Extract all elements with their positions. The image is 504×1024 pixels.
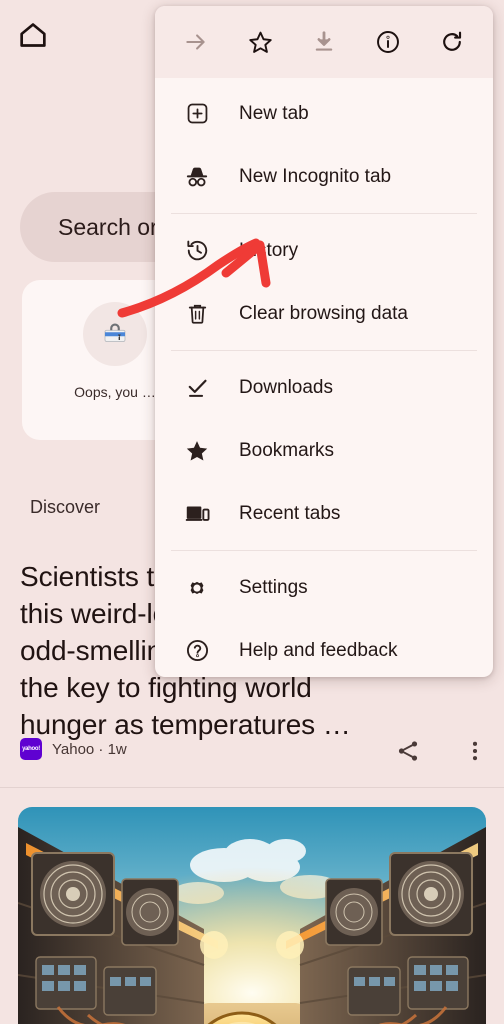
menu-item-settings[interactable]: Settings <box>155 556 493 619</box>
download-button[interactable] <box>301 19 347 65</box>
search-placeholder: Search or <box>58 213 158 240</box>
forward-button[interactable] <box>173 19 219 65</box>
menu-item-label: New tab <box>239 102 309 124</box>
menu-separator <box>171 550 477 551</box>
history-icon <box>183 237 211 265</box>
menu-item-label: Clear browsing data <box>239 302 408 324</box>
menu-item-new-tab[interactable]: New tab <box>155 82 493 145</box>
overflow-menu: New tab New Incognito tab History Clear … <box>155 6 493 677</box>
menu-item-label: History <box>239 239 299 261</box>
toolbox-favicon <box>83 302 147 366</box>
bookmark-button[interactable] <box>237 19 283 65</box>
menu-item-downloads[interactable]: Downloads <box>155 356 493 419</box>
menu-item-label: Settings <box>239 576 308 598</box>
shortcut-tile-label: Oops, you … <box>74 384 156 400</box>
menu-item-bookmarks[interactable]: Bookmarks <box>155 419 493 482</box>
menu-item-new-incognito-tab[interactable]: New Incognito tab <box>155 145 493 208</box>
more-vertical-icon[interactable] <box>462 738 488 769</box>
page-info-button[interactable] <box>365 19 411 65</box>
feed-divider <box>0 787 504 788</box>
menu-quick-actions-toolbar <box>155 6 493 78</box>
menu-item-label: Help and feedback <box>239 639 398 661</box>
yahoo-logo: yahoo! <box>20 738 42 760</box>
menu-item-clear-browsing-data[interactable]: Clear browsing data <box>155 282 493 345</box>
downloads-check-icon <box>183 374 211 402</box>
menu-item-label: Downloads <box>239 376 333 398</box>
gear-icon <box>183 574 211 602</box>
article-attribution: yahoo! Yahoo · 1w <box>20 738 127 760</box>
chrome-new-tab-screen: Search or Oops, you … h Discover S <box>0 0 504 1024</box>
share-icon[interactable] <box>395 738 421 769</box>
article-source-time: Yahoo · 1w <box>52 740 127 758</box>
new-tab-icon <box>183 100 211 128</box>
recent-tabs-icon <box>183 500 211 528</box>
menu-item-history[interactable]: History <box>155 219 493 282</box>
menu-item-help-and-feedback[interactable]: Help and feedback <box>155 619 493 677</box>
article-thumbnail[interactable]: ฿ ฿ ฿ <box>18 807 486 1024</box>
help-circle-icon <box>183 637 211 665</box>
menu-items-list: New tab New Incognito tab History Clear … <box>155 78 493 677</box>
home-icon[interactable] <box>16 18 50 52</box>
reload-button[interactable] <box>429 19 475 65</box>
menu-item-label: Bookmarks <box>239 439 335 461</box>
menu-item-label: Recent tabs <box>239 502 341 524</box>
star-filled-icon <box>183 437 211 465</box>
yahoo-logo-text: yahoo! <box>22 746 40 752</box>
menu-item-label: New Incognito tab <box>239 165 392 187</box>
menu-separator <box>171 350 477 351</box>
incognito-icon <box>183 163 211 191</box>
menu-item-recent-tabs[interactable]: Recent tabs <box>155 482 493 545</box>
discover-section-label: Discover <box>30 497 101 517</box>
trash-icon <box>183 300 211 328</box>
menu-separator <box>171 213 477 214</box>
